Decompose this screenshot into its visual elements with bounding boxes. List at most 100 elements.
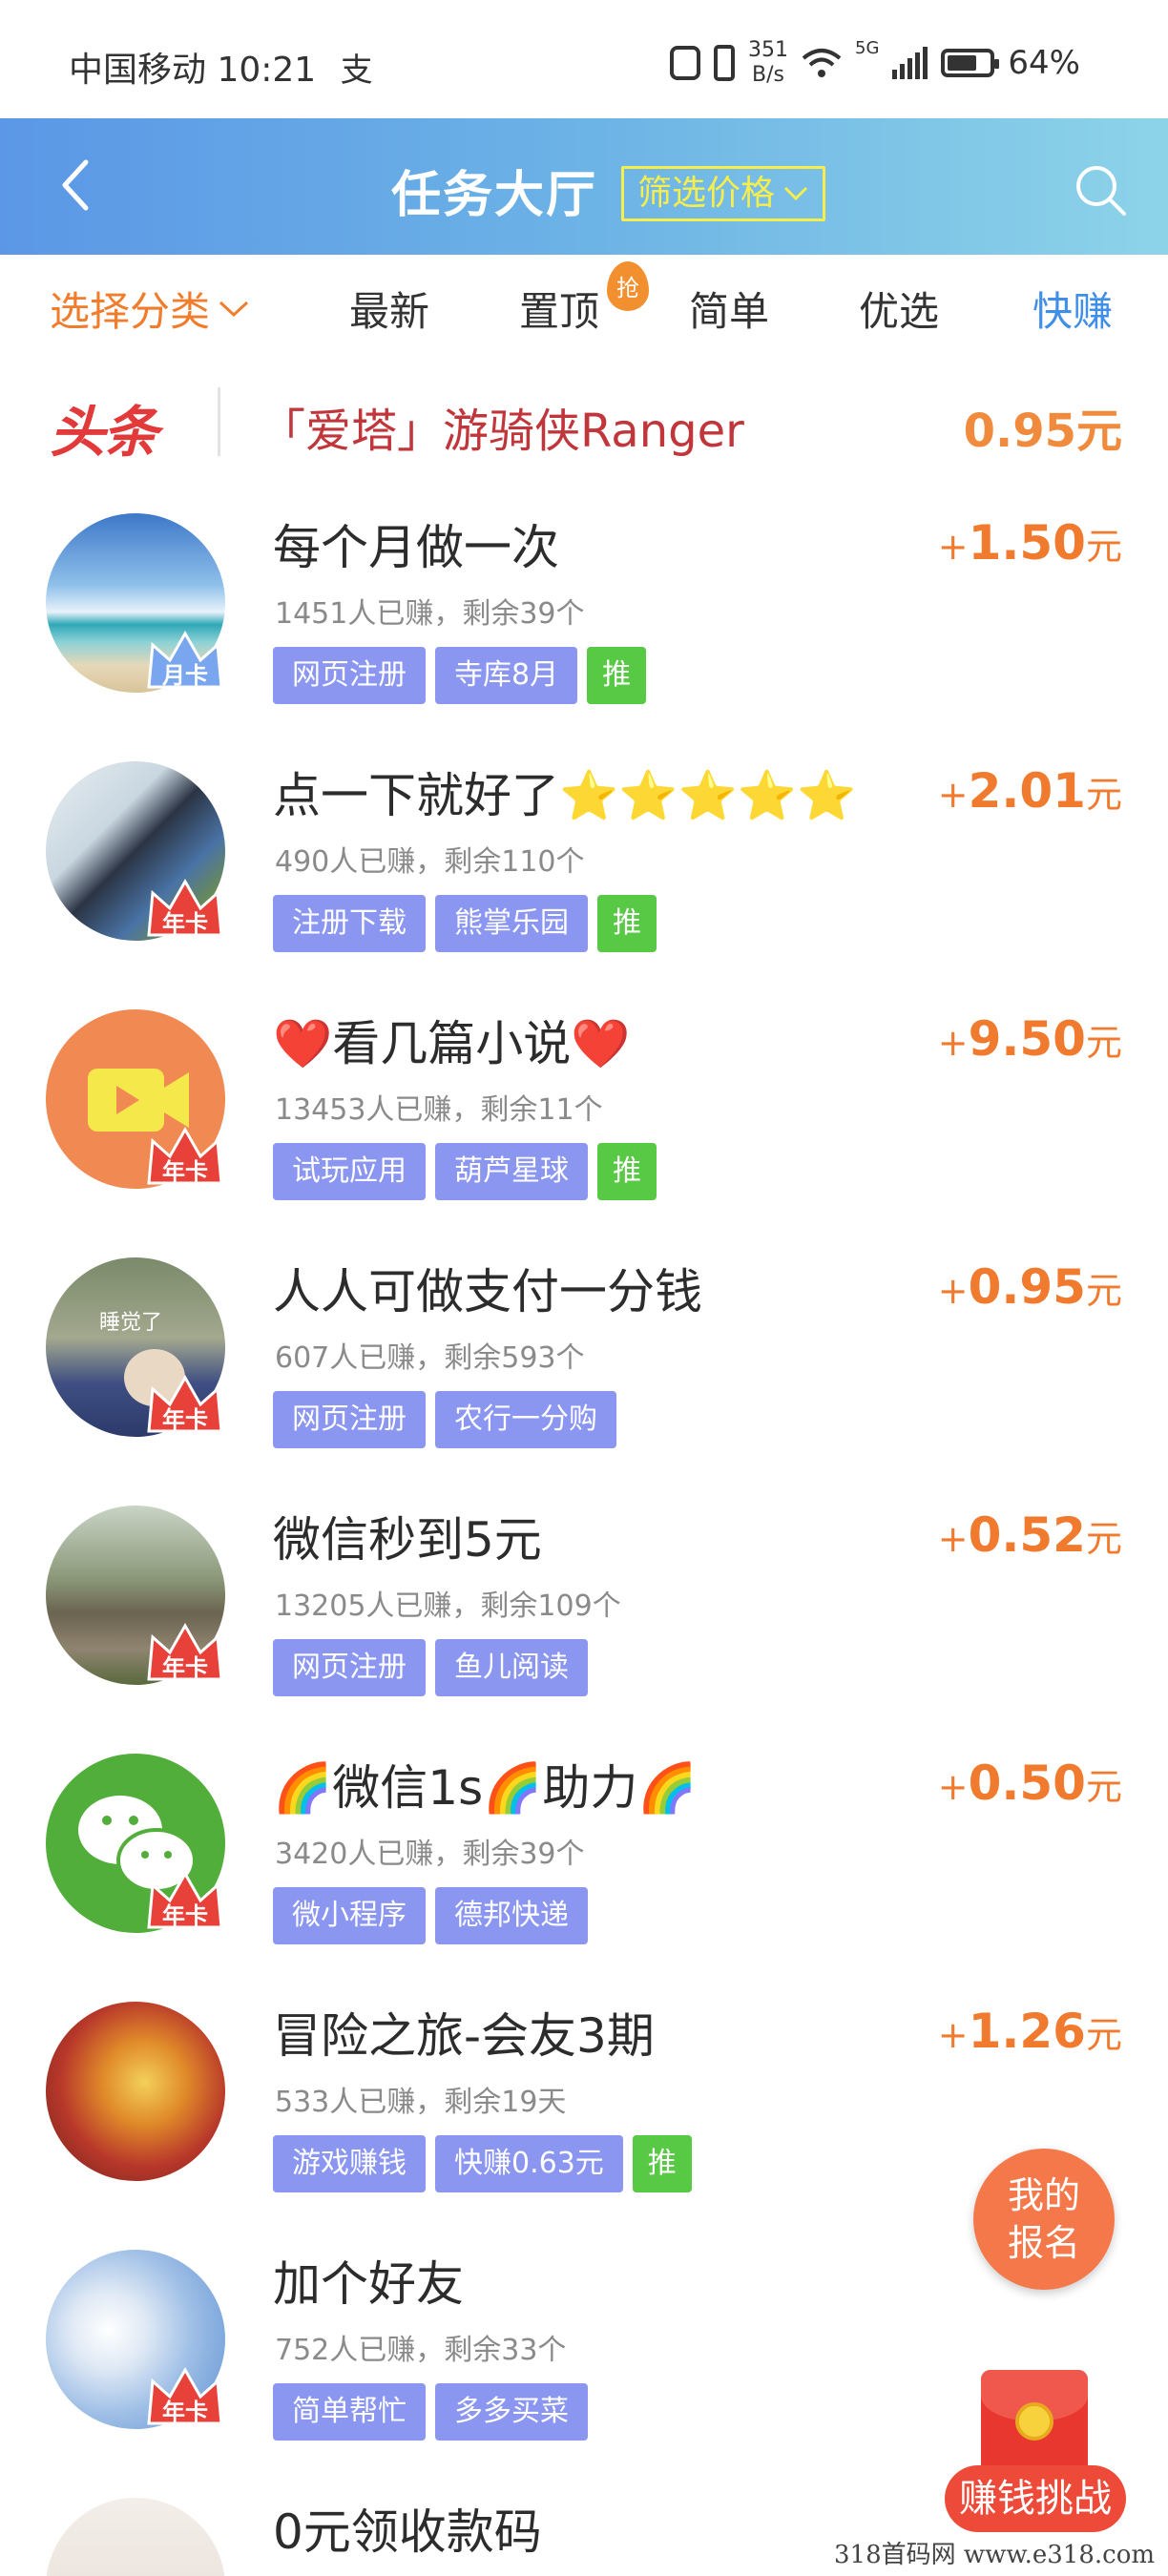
- task-stats: 1451人已赚，剩余39个: [275, 597, 585, 631]
- recommend-tag: 推: [597, 895, 657, 952]
- task-tag: 快赚0.63元: [435, 2135, 623, 2192]
- carrier-label: 中国移动: [69, 51, 207, 90]
- year-card-badge: 年卡: [143, 2357, 227, 2433]
- task-tag: 寺库8月: [435, 647, 578, 704]
- filter-price-label: 筛选价格: [637, 174, 776, 213]
- task-tag: 多多买菜: [435, 2383, 588, 2441]
- status-left: 中国移动 10:21 支: [69, 42, 373, 92]
- task-tags: 简单帮忙 多多买菜: [273, 2383, 588, 2441]
- task-stats: 607人已赚，剩余593个: [275, 1341, 585, 1375]
- task-price: +9.50元: [937, 1011, 1122, 1067]
- task-title: ❤️看几篇小说❤️: [273, 1016, 631, 1071]
- status-right: 351 B/s 5G 64%: [670, 38, 1080, 88]
- task-tags: 试玩应用 葫芦星球 推: [273, 1143, 657, 1200]
- task-price: +2.01元: [937, 763, 1122, 819]
- month-card-badge: 月卡: [143, 620, 227, 696]
- task-row[interactable]: 年卡 🌈微信1s🌈助力🌈 3420人已赚，剩余39个 微小程序 德邦快递 +0.…: [0, 1727, 1168, 1975]
- year-card-badge: 年卡: [143, 868, 227, 945]
- task-tag: 网页注册: [273, 1391, 426, 1448]
- task-stats: 13205人已赚，剩余109个: [275, 1589, 621, 1623]
- task-row[interactable]: 月卡 每个月做一次 1451人已赚，剩余39个 网页注册 寺库8月 推 +1.5…: [0, 487, 1168, 735]
- task-row[interactable]: 年卡 点一下就好了⭐⭐⭐⭐⭐ 490人已赚，剩余110个 注册下载 熊掌乐园 推…: [0, 735, 1168, 983]
- chevron-down-icon: [219, 301, 249, 317]
- filter-tabs: 选择分类 最新 置顶 简单 优选 快赚: [0, 255, 1168, 360]
- search-icon[interactable]: [1073, 162, 1130, 219]
- task-stats: 13453人已赚，剩余11个: [275, 1093, 603, 1127]
- avatar: [46, 2498, 225, 2576]
- tab-pinned[interactable]: 置顶: [519, 280, 599, 338]
- task-title: 0元领收款码: [273, 2504, 542, 2560]
- task-price: +0.50元: [937, 1755, 1122, 1811]
- recommend-tag: 推: [597, 1143, 657, 1200]
- signup-line1: 我的: [1007, 2174, 1080, 2216]
- task-tag: 试玩应用: [273, 1143, 426, 1200]
- task-tag: 熊掌乐园: [435, 895, 588, 952]
- headline-price: 0.95元: [963, 405, 1122, 458]
- task-tags: 游戏赚钱 快赚0.63元 推: [273, 2135, 692, 2192]
- net-speed-value: 351: [748, 38, 789, 62]
- year-card-badge: 年卡: [143, 1364, 227, 1441]
- task-stats: 752人已赚，剩余33个: [275, 2334, 567, 2367]
- task-stats: 533人已赚，剩余19天: [275, 2086, 567, 2119]
- year-card-badge: 年卡: [143, 1860, 227, 1937]
- tab-latest[interactable]: 最新: [349, 280, 429, 338]
- task-tag: 游戏赚钱: [273, 2135, 426, 2192]
- vibrate-icon: [714, 45, 736, 81]
- earn-challenge-button[interactable]: 赚钱挑战: [945, 2370, 1136, 2561]
- task-title: 🌈微信1s🌈助力🌈: [273, 1760, 698, 1816]
- task-tag: 简单帮忙: [273, 2383, 426, 2441]
- task-tag: 网页注册: [273, 647, 426, 704]
- battery-icon: [941, 49, 1000, 77]
- net-speed: 351 B/s: [748, 38, 788, 88]
- task-title: 每个月做一次: [273, 520, 559, 575]
- task-title: 冒险之旅-会友3期: [273, 2008, 655, 2064]
- task-price: +1.26元: [937, 2004, 1122, 2059]
- task-row[interactable]: 年卡 微信秒到5元 13205人已赚，剩余109个 网页注册 鱼儿阅读 +0.5…: [0, 1479, 1168, 1727]
- task-row[interactable]: 睡觉了 年卡 人人可做支付一分钱 607人已赚，剩余593个 网页注册 农行一分…: [0, 1231, 1168, 1479]
- filter-price-button[interactable]: 筛选价格: [621, 166, 826, 221]
- nfc-icon: [670, 46, 701, 80]
- year-card-badge: 年卡: [143, 1612, 227, 1689]
- battery-level: 64%: [1008, 44, 1080, 82]
- avatar: [46, 2002, 225, 2181]
- task-tags: 注册下载 熊掌乐园 推: [273, 895, 657, 952]
- tab-quick-earn[interactable]: 快赚: [1032, 280, 1113, 338]
- tab-simple[interactable]: 简单: [689, 280, 769, 338]
- chevron-down-icon: [783, 186, 808, 201]
- headline-tag: 头条: [50, 400, 158, 465]
- back-arrow-icon[interactable]: [50, 156, 107, 214]
- category-select[interactable]: 选择分类: [50, 280, 250, 338]
- task-tag: 葫芦星球: [435, 1143, 588, 1200]
- task-title: 微信秒到5元: [273, 1512, 542, 1568]
- avatar-caption: 睡觉了: [99, 1311, 163, 1335]
- signal-icon: [892, 47, 928, 79]
- task-title: 点一下就好了⭐⭐⭐⭐⭐: [273, 768, 857, 823]
- alipay-icon: 支: [340, 52, 373, 90]
- task-title: 加个好友: [273, 2256, 464, 2312]
- challenge-label: 赚钱挑战: [945, 2465, 1126, 2532]
- my-signup-button[interactable]: 我的 报名: [973, 2149, 1115, 2290]
- task-stats: 490人已赚，剩余110个: [275, 845, 585, 879]
- task-tag: 德邦快递: [435, 1887, 588, 1944]
- task-tag: 农行一分购: [435, 1391, 616, 1448]
- task-title: 人人可做支付一分钱: [273, 1264, 702, 1319]
- year-card-badge: 年卡: [143, 1116, 227, 1193]
- task-tags: 微小程序 德邦快递: [273, 1887, 588, 1944]
- headline-banner[interactable]: 头条 「爱塔」游骑侠Ranger 0.95元: [0, 370, 1168, 475]
- category-label: 选择分类: [50, 288, 211, 335]
- clock: 10:21: [217, 51, 317, 90]
- task-stats: 3420人已赚，剩余39个: [275, 1838, 585, 1871]
- task-tags: 网页注册 鱼儿阅读: [273, 1639, 588, 1696]
- headline-divider: [218, 387, 220, 456]
- task-tag: 鱼儿阅读: [435, 1639, 588, 1696]
- wifi-icon: [802, 49, 842, 77]
- recommend-tag: 推: [632, 2135, 692, 2192]
- task-price: +0.95元: [937, 1259, 1122, 1315]
- status-bar: 中国移动 10:21 支 351 B/s 5G 64%: [0, 0, 1168, 118]
- task-row[interactable]: 年卡 ❤️看几篇小说❤️ 13453人已赚，剩余11个 试玩应用 葫芦星球 推 …: [0, 983, 1168, 1231]
- task-tags: 网页注册 农行一分购: [273, 1391, 616, 1448]
- page-title: 任务大厅: [391, 167, 598, 224]
- recommend-tag: 推: [587, 647, 647, 704]
- tab-featured[interactable]: 优选: [859, 280, 939, 338]
- task-tag: 网页注册: [273, 1639, 426, 1696]
